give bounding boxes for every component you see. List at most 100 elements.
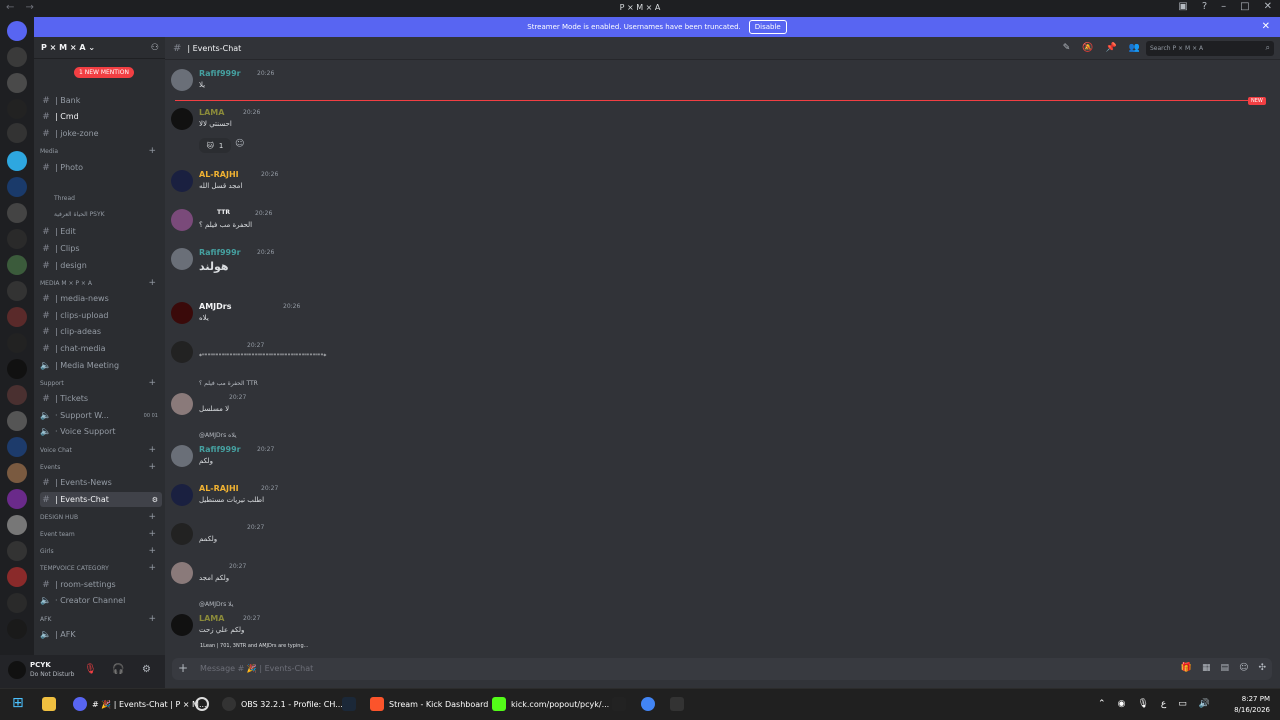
category-afk[interactable]: AFK +: [40, 614, 160, 624]
add-channel-icon[interactable]: +: [148, 462, 156, 472]
avatar[interactable]: [171, 248, 193, 270]
server-icon[interactable]: [7, 229, 27, 249]
channel-media-news[interactable]: # | media-news: [40, 291, 162, 306]
add-channel-icon[interactable]: +: [148, 563, 156, 573]
settings-icon[interactable]: ⚙: [152, 496, 158, 504]
disable-button[interactable]: Disable: [748, 20, 787, 34]
server-icon[interactable]: [7, 281, 27, 301]
avatar[interactable]: [171, 523, 193, 545]
notification-mute-icon[interactable]: 🔕: [1082, 43, 1093, 53]
channel-design[interactable]: # | design: [40, 258, 162, 273]
apps-icon[interactable]: ✣: [1258, 663, 1266, 673]
thread-item[interactable]: الحياة العرفية PSYK: [54, 207, 165, 222]
help-icon[interactable]: ?: [1202, 1, 1207, 12]
invite-icon[interactable]: ⚇: [151, 43, 159, 53]
message-author[interactable]: Rafif999r: [199, 248, 241, 257]
server-icon[interactable]: [7, 385, 27, 405]
attach-plus-icon[interactable]: +: [178, 661, 188, 675]
category-media-mpa[interactable]: MEDIA M × P × A +: [40, 278, 160, 288]
chrome-icon[interactable]: [641, 697, 655, 711]
server-icon[interactable]: [7, 359, 27, 379]
emoji-icon[interactable]: ☺: [1239, 663, 1248, 673]
avatar[interactable]: [171, 445, 193, 467]
settings-app-icon[interactable]: [195, 697, 209, 711]
channel-clip-adeas[interactable]: # | clip-adeas: [40, 324, 162, 339]
server-icon[interactable]: [7, 411, 27, 431]
server-icon[interactable]: [7, 73, 27, 93]
server-icon[interactable]: [7, 619, 27, 639]
server-icon[interactable]: [7, 463, 27, 483]
inbox-icon[interactable]: ▣: [1178, 1, 1187, 12]
add-reaction-icon[interactable]: ☺: [235, 139, 244, 149]
channel-edit[interactable]: # | Edit: [40, 224, 162, 239]
channel-events-chat[interactable]: # | Events-Chat ⚙: [40, 492, 162, 507]
taskbar-discord[interactable]: # 🎉 | Events-Chat | P × M...: [73, 697, 207, 711]
network-icon[interactable]: ▭: [1178, 699, 1187, 709]
minimize-icon[interactable]: –: [1221, 1, 1226, 12]
category-voice-chat[interactable]: Voice Chat +: [40, 445, 160, 455]
microphone-icon[interactable]: 🎙: [1137, 699, 1148, 709]
add-channel-icon[interactable]: +: [148, 278, 156, 288]
taskbar-obs[interactable]: OBS 32.2.1 - Profile: CH...: [222, 697, 343, 711]
sticker-icon[interactable]: ▤: [1221, 663, 1230, 673]
category-support[interactable]: Support +: [40, 378, 160, 388]
member-list-icon[interactable]: 👥: [1129, 43, 1140, 53]
channel-chat-media[interactable]: # | chat-media: [40, 341, 162, 356]
windows-start-icon[interactable]: ⊞: [12, 695, 24, 711]
server-icon[interactable]: [7, 593, 27, 613]
thread-item[interactable]: Thread: [54, 191, 165, 206]
server-icon[interactable]: [7, 515, 27, 535]
add-channel-icon[interactable]: +: [148, 546, 156, 556]
channel-afk[interactable]: 🔈 | AFK: [40, 627, 162, 642]
tray-chevron-icon[interactable]: ⌃: [1098, 699, 1106, 709]
clock[interactable]: 8:27 PM 8/16/2026: [1234, 694, 1270, 716]
app-icon[interactable]: [670, 697, 684, 711]
server-icon[interactable]: [7, 123, 27, 143]
file-explorer-icon[interactable]: [42, 697, 56, 711]
mute-icon[interactable]: 🎙: [84, 664, 97, 675]
volume-icon[interactable]: 🔊: [1199, 699, 1210, 709]
server-icon[interactable]: [7, 203, 27, 223]
server-header[interactable]: P × M × A ⌄ ⚇: [34, 37, 165, 59]
avatar[interactable]: [171, 69, 193, 91]
gift-icon[interactable]: 🎁: [1181, 663, 1192, 673]
close-banner-icon[interactable]: ✕: [1262, 21, 1270, 32]
close-window-icon[interactable]: ✕: [1264, 1, 1272, 12]
category-media[interactable]: Media +: [40, 146, 160, 156]
taskbar-kick[interactable]: kick.com/popout/pcyk/...: [492, 697, 609, 711]
avatar[interactable]: [171, 302, 193, 324]
reply-preview[interactable]: @AMJDrs يلاه: [199, 432, 237, 439]
user-settings-icon[interactable]: ⚙: [142, 664, 151, 675]
language-icon[interactable]: ع: [1161, 699, 1166, 709]
channel-room-settings[interactable]: # | room-settings: [40, 577, 162, 592]
channel-support-waiting[interactable]: 🔈 · Support W... 00 01: [40, 408, 162, 423]
avatar[interactable]: [8, 661, 26, 679]
avatar[interactable]: [171, 393, 193, 415]
discord-tray-icon[interactable]: ◉: [1118, 699, 1126, 709]
channel-creator-channel[interactable]: 🔈 · Creator Channel: [40, 593, 162, 608]
message-author[interactable]: AMJDrs: [199, 302, 231, 311]
avatar[interactable]: [171, 209, 193, 231]
server-icon[interactable]: [7, 489, 27, 509]
add-channel-icon[interactable]: +: [148, 529, 156, 539]
channel-photo[interactable]: # | Photo: [40, 160, 162, 175]
category-girls[interactable]: Girls +: [40, 546, 160, 556]
add-channel-icon[interactable]: +: [148, 614, 156, 624]
server-icon[interactable]: [7, 567, 27, 587]
avatar[interactable]: [171, 562, 193, 584]
server-icon[interactable]: [7, 307, 27, 327]
add-channel-icon[interactable]: +: [148, 378, 156, 388]
reply-preview[interactable]: الحفرة مب فيلم ؟ TTR: [199, 380, 258, 387]
search-input[interactable]: Search P × M × A ⌕: [1146, 41, 1274, 56]
message-author[interactable]: Rafif999r: [199, 69, 241, 78]
reaction-chip[interactable]: 🐱 1: [199, 138, 231, 153]
message-author[interactable]: AL-RAJHI: [199, 484, 239, 493]
category-events[interactable]: Events +: [40, 462, 160, 472]
channel-clips-upload[interactable]: # | clips-upload: [40, 308, 162, 323]
server-icon[interactable]: [7, 541, 27, 561]
server-icon[interactable]: [7, 151, 27, 171]
pin-icon[interactable]: 📌: [1106, 43, 1117, 53]
channel-joke-zone[interactable]: # | joke-zone: [40, 126, 162, 141]
taskbar-brave[interactable]: Stream - Kick Dashboard: [370, 697, 488, 711]
threads-icon[interactable]: ✎: [1063, 43, 1071, 53]
